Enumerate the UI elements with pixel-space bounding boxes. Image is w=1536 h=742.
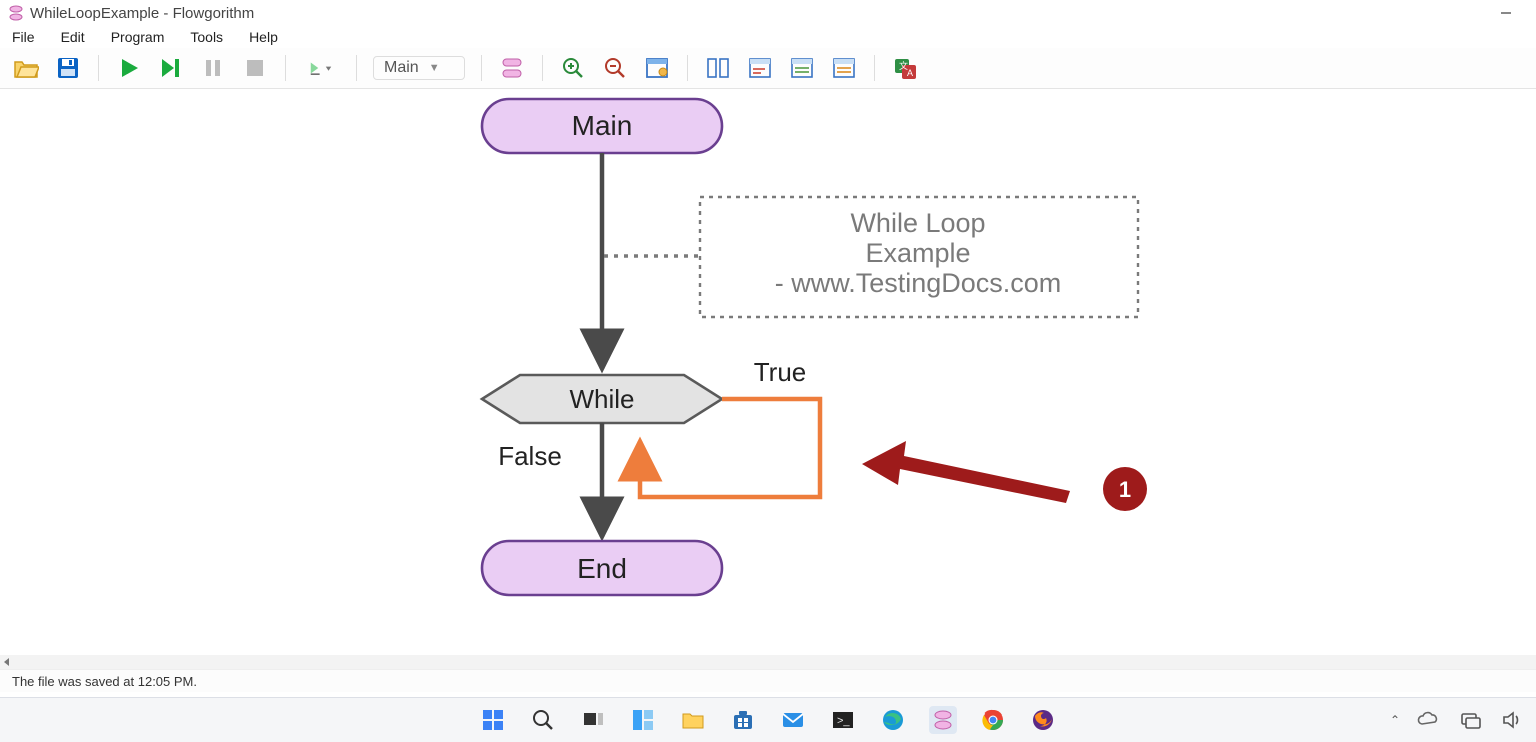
firefox-icon[interactable] [1029,706,1057,734]
layout-windows-button[interactable] [643,54,671,82]
toolbar-separator [874,55,875,81]
svg-text:While Loop: While Loop [850,208,985,238]
window-title-bar: WhileLoopExample - Flowgorithm [0,0,1536,26]
run-button[interactable] [115,54,143,82]
menu-file[interactable]: File [10,27,37,47]
svg-text:Main: Main [572,110,633,141]
windows-taskbar: >_ ⌃ [0,697,1536,742]
microsoft-store-icon[interactable] [729,706,757,734]
toolbar-separator [98,55,99,81]
source-code-viewer-button[interactable] [830,54,858,82]
toolbar-separator [542,55,543,81]
step-button[interactable] [157,54,185,82]
horizontal-scrollbar[interactable] [0,655,1536,669]
label-true: True [754,357,807,387]
svg-text:Example: Example [865,238,970,268]
console-window-button[interactable] [746,54,774,82]
toolbar-separator [285,55,286,81]
function-select-value: Main [384,59,419,77]
svg-text:1: 1 [1119,477,1131,502]
flowgorithm-taskbar-icon[interactable] [929,706,957,734]
annotation-arrow [862,441,1070,503]
search-button[interactable] [529,706,557,734]
label-false: False [498,441,562,471]
svg-text:End: End [577,553,627,584]
node-comment[interactable]: While Loop Example - www.TestingDocs.com [700,197,1138,317]
file-explorer-icon[interactable] [679,706,707,734]
menu-bar: File Edit Program Tools Help [0,26,1536,48]
window-title: WhileLoopExample - Flowgorithm [30,5,254,22]
flowchart-canvas[interactable]: Main While Loop Example - www.TestingDoc… [0,89,1536,655]
open-file-button[interactable] [12,54,40,82]
toolbar-separator [356,55,357,81]
tray-network-icon[interactable] [1456,706,1484,734]
mail-icon[interactable] [779,706,807,734]
save-button[interactable] [54,54,82,82]
node-end[interactable]: End [482,541,722,595]
node-while[interactable]: While [482,375,722,423]
tray-onedrive-icon[interactable] [1414,706,1442,734]
svg-text:>_: >_ [837,715,850,727]
menu-edit[interactable]: Edit [59,27,87,47]
toolbar-separator [481,55,482,81]
toolbar: Main ▼ 文A [0,48,1536,89]
terminal-icon[interactable]: >_ [829,706,857,734]
svg-text:- www.TestingDocs.com: - www.TestingDocs.com [775,268,1062,298]
widgets-button[interactable] [629,706,657,734]
tray-volume-icon[interactable] [1498,706,1526,734]
zoom-in-button[interactable] [559,54,587,82]
status-bar: The file was saved at 12:05 PM. [0,669,1536,692]
toolbar-separator [687,55,688,81]
start-button[interactable] [479,706,507,734]
speed-dropdown-button[interactable] [302,54,340,82]
edge-browser-icon[interactable] [879,706,907,734]
menu-help[interactable]: Help [247,27,280,47]
svg-text:While: While [569,384,634,414]
variable-watch-button[interactable] [788,54,816,82]
flowgorithm-app-icon [8,5,24,21]
pause-button[interactable] [199,54,227,82]
minimize-button[interactable] [1484,0,1528,26]
export-translate-button[interactable]: 文A [891,54,919,82]
chrome-icon[interactable] [979,706,1007,734]
annotation-badge: 1 [1103,467,1147,511]
node-main[interactable]: Main [482,99,722,153]
chevron-down-icon: ▼ [429,62,440,74]
menu-tools[interactable]: Tools [188,27,225,47]
stop-button[interactable] [241,54,269,82]
tray-chevron-icon[interactable]: ⌃ [1390,713,1400,727]
svg-text:A: A [907,68,913,78]
function-manager-button[interactable] [498,54,526,82]
task-view-button[interactable] [579,706,607,734]
layout-split-button[interactable] [704,54,732,82]
function-select-dropdown[interactable]: Main ▼ [373,56,465,80]
zoom-out-button[interactable] [601,54,629,82]
status-text: The file was saved at 12:05 PM. [12,674,197,689]
menu-program[interactable]: Program [109,27,167,47]
